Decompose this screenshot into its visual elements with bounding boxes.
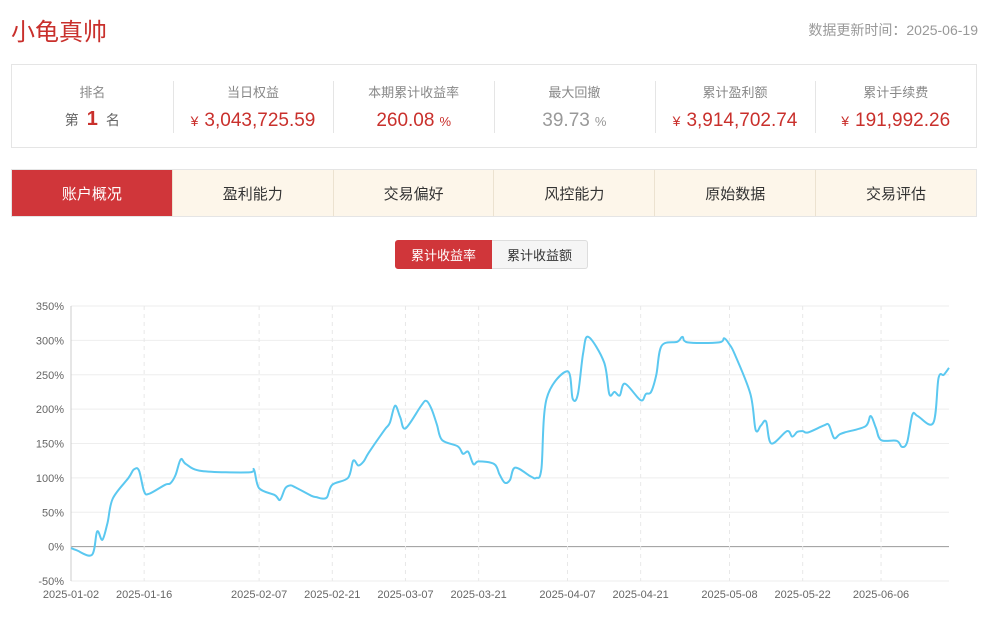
update-time-label: 数据更新时间：: [808, 22, 907, 38]
stat-rank-value: 第1名: [12, 108, 173, 131]
max-drawdown-amount: 39.73: [542, 110, 590, 131]
y-tick-label: -50%: [38, 576, 64, 588]
tab-account-overview[interactable]: 账户概况: [12, 170, 172, 216]
y-tick-label: 300%: [36, 335, 64, 347]
x-tick-label: 2025-05-08: [701, 589, 757, 601]
update-time-date: 2025-06-19: [906, 22, 978, 38]
stat-cumulative-fees-label: 累计手续费: [863, 85, 929, 100]
cumulative-return-amount: 260.08: [376, 110, 435, 131]
stat-max-drawdown-value: 39.73%: [494, 110, 655, 132]
stat-cumulative-return: 本期累计收益率 260.08%: [333, 65, 494, 147]
stat-cumulative-return-value: 260.08%: [333, 110, 494, 132]
rank-number: 1: [86, 108, 98, 130]
cumulative-fees-amount: 191,992.26: [855, 110, 951, 131]
x-tick-label: 2025-05-22: [775, 589, 831, 601]
chart-toggle: 累计收益率 累计收益额: [395, 240, 589, 269]
stat-rank-label: 排名: [79, 85, 106, 100]
tab-raw-data[interactable]: 原始数据: [654, 170, 816, 216]
rank-suffix: 名: [105, 112, 120, 128]
y-tick-label: 150%: [36, 439, 64, 451]
stat-cumulative-fees-value: ¥191,992.26: [815, 110, 976, 132]
series-line: [70, 335, 950, 557]
rank-prefix: 第: [64, 112, 79, 128]
daily-equity-amount: 3,043,725.59: [204, 110, 316, 131]
x-tick-label: 2025-01-02: [43, 589, 99, 601]
tab-risk-control[interactable]: 风控能力: [493, 170, 655, 216]
page-title: 小龟真帅: [11, 19, 107, 46]
y-tick-label: 200%: [36, 404, 64, 416]
stat-rank: 排名 第1名: [12, 65, 173, 147]
toggle-cumulative-return-rate[interactable]: 累计收益率: [395, 240, 493, 269]
x-tick-label: 2025-03-21: [451, 589, 507, 601]
update-time: 数据更新时间：2025-06-19: [808, 20, 978, 40]
stat-daily-equity-label: 当日权益: [227, 85, 280, 100]
stat-max-drawdown: 最大回撤 39.73%: [494, 65, 655, 147]
toggle-cumulative-return-amount[interactable]: 累计收益额: [492, 240, 589, 269]
stat-daily-equity: 当日权益 ¥3,043,725.59: [172, 65, 334, 147]
y-tick-label: 350%: [36, 301, 64, 313]
stat-cumulative-profit: 累计盈利额 ¥3,914,702.74: [654, 65, 816, 147]
stat-cumulative-return-label: 本期累计收益率: [368, 85, 460, 100]
tab-trading-preference[interactable]: 交易偏好: [332, 170, 494, 216]
percent-unit: %: [439, 114, 452, 129]
stat-cumulative-fees: 累计手续费 ¥191,992.26: [815, 65, 976, 147]
y-tick-label: 250%: [36, 370, 64, 382]
y-tick-label: 100%: [36, 473, 64, 485]
x-tick-label: 2025-04-07: [539, 589, 595, 601]
percent-unit: %: [594, 114, 607, 129]
x-tick-label: 2025-03-07: [377, 589, 433, 601]
tab-trading-evaluation[interactable]: 交易评估: [815, 170, 976, 216]
currency-symbol: ¥: [841, 113, 850, 129]
tab-profitability[interactable]: 盈利能力: [171, 170, 333, 216]
stat-daily-equity-value: ¥3,043,725.59: [173, 110, 334, 132]
stat-max-drawdown-label: 最大回撤: [548, 85, 601, 100]
stat-cumulative-profit-label: 累计盈利额: [702, 85, 768, 100]
x-tick-label: 2025-04-21: [613, 589, 669, 601]
return-line-chart: -50% 0% 50% 100% 150% 200% 250% 300% 350% 2025-01…: [36, 301, 950, 601]
x-tick-label: 2025-06-06: [853, 589, 909, 601]
cumulative-profit-amount: 3,914,702.74: [686, 110, 798, 131]
tab-bar: 账户概况 盈利能力 交易偏好 风控能力 原始数据 交易评估: [11, 169, 977, 217]
x-tick-label: 2025-02-07: [231, 589, 287, 601]
x-tick-label: 2025-01-16: [116, 589, 172, 601]
y-tick-label: 0%: [48, 542, 64, 554]
currency-symbol: ¥: [672, 113, 681, 129]
stats-panel: 排名 第1名 当日权益 ¥3,043,725.59 本期累计收益率 260.08…: [11, 64, 977, 148]
currency-symbol: ¥: [190, 113, 199, 129]
stat-cumulative-profit-value: ¥3,914,702.74: [655, 110, 816, 132]
y-tick-label: 50%: [42, 507, 64, 519]
x-tick-label: 2025-02-21: [304, 589, 360, 601]
